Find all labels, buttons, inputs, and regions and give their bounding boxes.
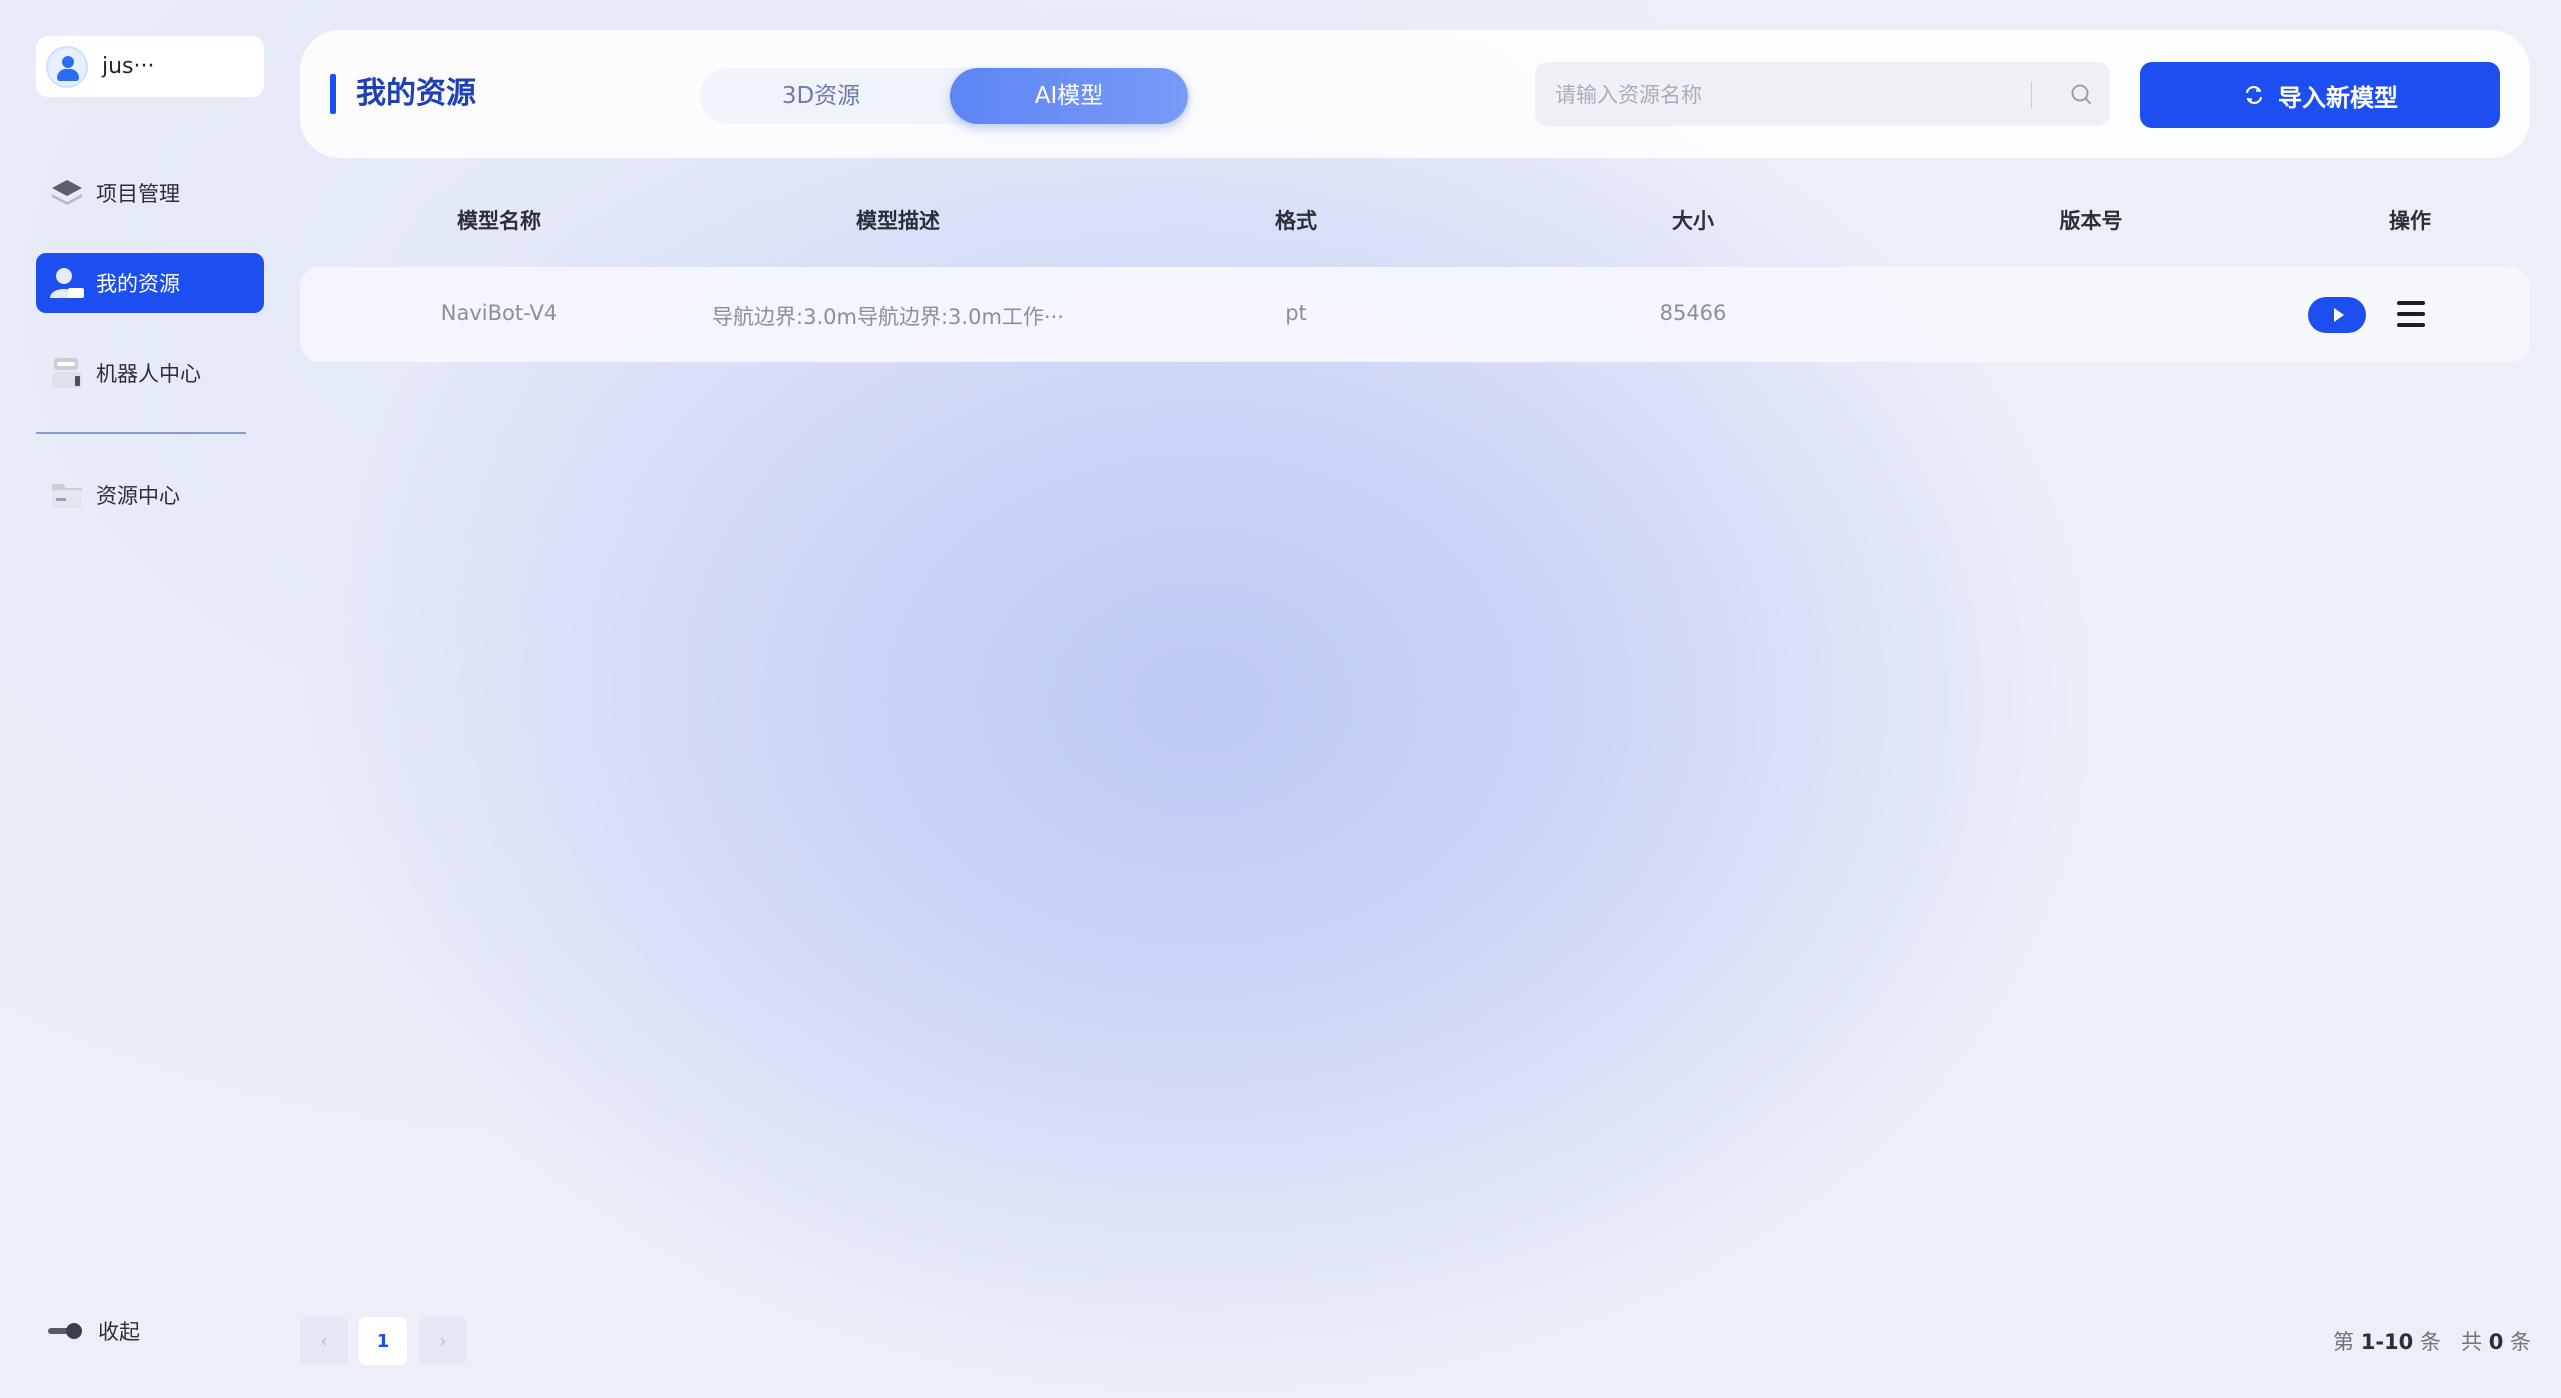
layers-icon [48, 174, 86, 212]
search-divider [2031, 82, 2032, 108]
table-row: NaviBot-V4 导航边界:3.0m导航边界:3.0m工作··· pt 85… [300, 267, 2530, 362]
total-value: 0 [2488, 1330, 2504, 1354]
user-name: jus··· [102, 54, 155, 79]
toggle-icon [48, 1323, 82, 1339]
resource-tabs: 3D资源 AI模型 [700, 68, 1190, 124]
sidebar-item-project-management[interactable]: 项目管理 [36, 163, 264, 223]
sidebar-divider [36, 432, 246, 434]
user-resource-icon [48, 264, 86, 302]
sidebar-item-label: 机器人中心 [96, 362, 201, 386]
range-value: 1-10 [2360, 1330, 2414, 1354]
play-icon [2334, 308, 2344, 322]
page-header: 我的资源 3D资源 AI模型 导入新模型 [300, 30, 2530, 158]
page-title: 我的资源 [356, 76, 476, 111]
sidebar-item-label: 我的资源 [96, 272, 180, 296]
total-prefix: 共 [2461, 1330, 2482, 1354]
column-header-format: 格式 [1275, 209, 1317, 233]
user-profile-chip[interactable]: jus··· [36, 36, 264, 97]
tab-ai-models[interactable]: AI模型 [950, 68, 1188, 124]
range-suffix: 条 [2419, 1330, 2441, 1354]
column-header-actions: 操作 [2389, 209, 2431, 233]
title-accent-bar [330, 74, 336, 114]
folder-icon [48, 476, 86, 514]
pagination-page-1[interactable]: 1 [359, 1317, 407, 1365]
collapse-label: 收起 [98, 1320, 140, 1344]
more-actions-menu-icon[interactable] [2397, 301, 2425, 327]
import-button-label: 导入新模型 [2278, 83, 2398, 112]
refresh-icon [2245, 85, 2263, 105]
cell-model-name: NaviBot-V4 [440, 301, 558, 325]
column-header-name: 模型名称 [457, 209, 541, 233]
robot-icon [48, 354, 86, 392]
column-header-description: 模型描述 [856, 209, 940, 233]
column-header-size: 大小 [1672, 209, 1714, 233]
pagination-next-button[interactable]: › [419, 1317, 467, 1365]
tab-3d-resources[interactable]: 3D资源 [700, 68, 942, 124]
cell-format: pt [1285, 301, 1307, 325]
run-model-button[interactable] [2308, 297, 2366, 333]
total-suffix: 条 [2510, 1330, 2531, 1354]
sidebar-item-label: 资源中心 [96, 484, 180, 508]
pagination-prev-button[interactable]: ‹ [300, 1317, 348, 1365]
sidebar-item-my-resources[interactable]: 我的资源 [36, 253, 264, 313]
sidebar-item-resource-center[interactable]: 资源中心 [36, 465, 264, 525]
collapse-sidebar-toggle[interactable]: 收起 [48, 1316, 140, 1346]
range-prefix: 第 [2333, 1330, 2355, 1354]
search-icon[interactable] [2070, 83, 2092, 105]
import-model-button[interactable]: 导入新模型 [2140, 62, 2500, 128]
pagination-summary: 第 1-10 条 共 0 条 [2333, 1326, 2531, 1356]
sidebar-item-label: 项目管理 [96, 182, 180, 206]
search-box [1535, 62, 2110, 128]
sidebar-item-robot-center[interactable]: 机器人中心 [36, 343, 264, 403]
cell-size: 85466 [1659, 301, 1727, 325]
cell-model-description: 导航边界:3.0m导航边界:3.0m工作··· [712, 305, 1064, 329]
avatar [46, 45, 88, 88]
search-input[interactable] [1553, 62, 2037, 128]
column-header-version: 版本号 [2059, 209, 2123, 233]
